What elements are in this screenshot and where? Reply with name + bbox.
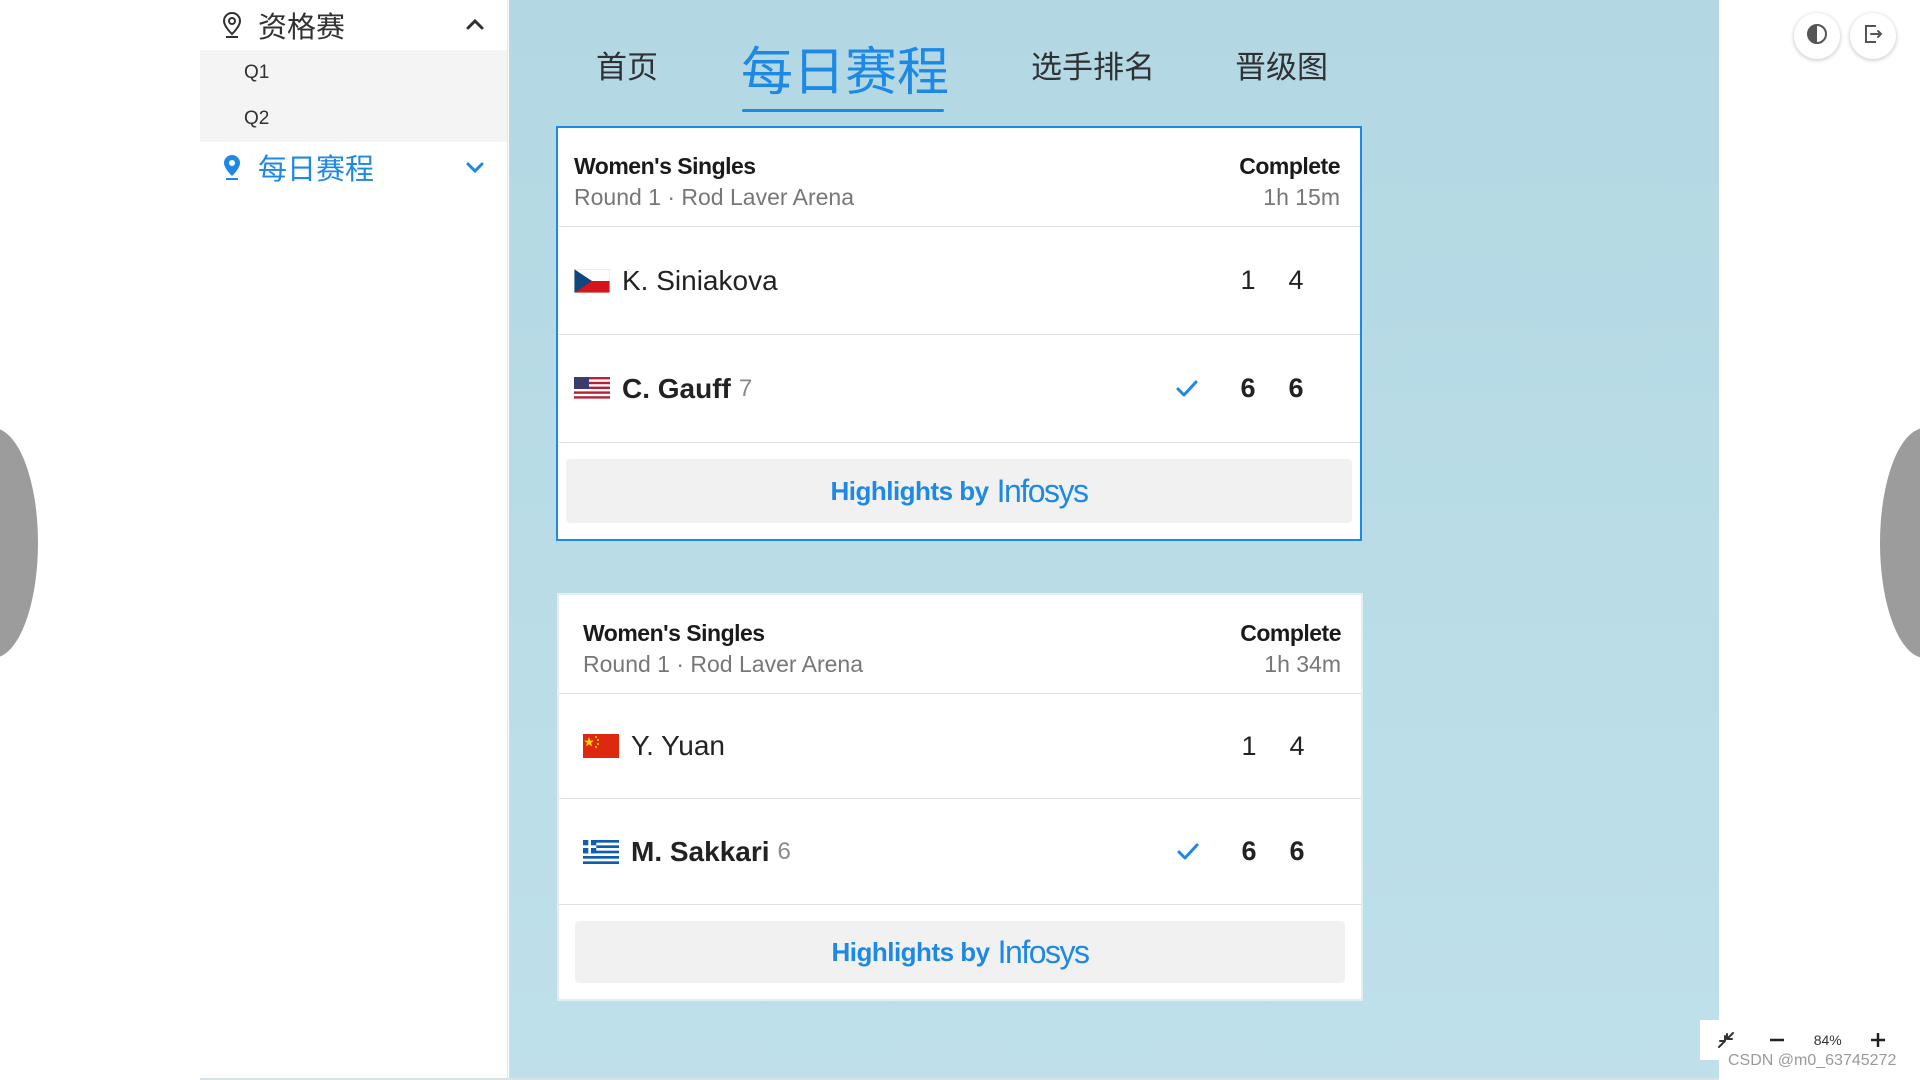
main-content: 首页 每日赛程 选手排名 晋级图 Women's Singles Round 1… [509, 0, 1719, 1080]
set-score: 6 [1240, 373, 1256, 403]
player-name: Y. Yuan [631, 730, 725, 761]
exit-icon [1862, 23, 1884, 50]
player-name: C. Gauff [622, 372, 731, 404]
set-score: 4 [1289, 730, 1305, 761]
greece-flag-icon [583, 839, 619, 864]
menu-group-label: 每日赛程 [258, 154, 375, 186]
highlights-label: Highlights by [831, 936, 990, 967]
next-page-handle[interactable] [1880, 428, 1920, 658]
top-tabs: 首页 每日赛程 选手排名 晋级图 [509, 0, 1719, 120]
tab-player-rankings[interactable]: 选手排名 [1031, 42, 1155, 87]
contrast-icon [1806, 23, 1828, 50]
match-header: Women's Singles Round 1 · Rod Laver Aren… [559, 595, 1361, 694]
round-venue: Round 1 · Rod Laver Arena [574, 184, 855, 210]
highlights-button[interactable]: Highlights by Infosys [566, 459, 1352, 523]
set-scores: 6 6 [1175, 799, 1321, 904]
watermark: CSDN @m0_63745272 [1728, 1052, 1897, 1069]
active-tab-indicator [742, 109, 944, 112]
zoom-level: 84% [1813, 1032, 1842, 1048]
set-scores: 1 4 [1224, 227, 1320, 334]
match-duration: 1h 15m [1263, 184, 1340, 210]
player-name: M. Sakkari [631, 835, 770, 867]
menu-item-q1[interactable]: Q1 [200, 50, 507, 96]
chevron-up-icon [463, 13, 487, 37]
set-score: 1 [1240, 265, 1256, 295]
chevron-down-icon [463, 155, 487, 179]
round-venue: Round 1 · Rod Laver Arena [583, 651, 864, 677]
tab-bracket[interactable]: 晋级图 [1235, 42, 1328, 87]
menu-item-q2[interactable]: Q2 [200, 96, 507, 142]
menu-group-label: 资格赛 [258, 12, 346, 44]
set-scores: 1 4 [1225, 694, 1321, 798]
event-name: Women's Singles [583, 620, 765, 646]
set-score: 4 [1288, 265, 1304, 295]
match-header: Women's Singles Round 1 · Rod Laver Aren… [558, 128, 1360, 227]
set-score: 6 [1289, 836, 1305, 866]
winner-check-icon [1175, 839, 1201, 865]
infosys-logo: Infosys [997, 933, 1090, 970]
sidebar-menu: 资格赛 Q1 Q2 每日赛程 [200, 0, 508, 1080]
set-score: 6 [1241, 836, 1257, 866]
contrast-toggle-button[interactable] [1794, 13, 1840, 59]
player-row: Y. Yuan 1 4 [559, 694, 1361, 799]
player-row: C. Gauff 7 6 6 [558, 335, 1360, 443]
match-card[interactable]: Women's Singles Round 1 · Rod Laver Aren… [556, 126, 1362, 541]
usa-flag-icon [574, 376, 610, 401]
menu-group-qualifying[interactable]: 资格赛 [200, 0, 507, 50]
player-name: K. Siniakova [622, 264, 778, 296]
zoom-out-button[interactable] [1762, 1025, 1792, 1055]
qualifying-submenu: Q1 Q2 [200, 50, 507, 142]
player-row: K. Siniakova 1 4 [558, 227, 1360, 335]
winner-check-icon [1174, 376, 1200, 402]
match-status: Complete [1239, 153, 1340, 179]
set-score: 1 [1241, 730, 1257, 761]
zoom-in-button[interactable] [1863, 1025, 1893, 1055]
location-pin-icon [220, 11, 244, 39]
app-window: 资格赛 Q1 Q2 每日赛程 首页 每日赛程 选手排名 晋级图 Women's … [0, 0, 1920, 1080]
event-name: Women's Singles [574, 153, 756, 179]
set-scores: 6 6 [1174, 335, 1320, 442]
collapse-icon [1717, 1032, 1734, 1048]
match-duration: 1h 34m [1264, 651, 1341, 677]
location-pin-filled-icon [220, 153, 244, 181]
menu-group-daily-schedule[interactable]: 每日赛程 [200, 142, 507, 192]
infosys-logo: Infosys [996, 472, 1089, 509]
player-seed: 6 [777, 837, 791, 865]
czech-flag-icon [574, 268, 610, 293]
minus-icon [1770, 1038, 1785, 1042]
match-card[interactable]: Women's Singles Round 1 · Rod Laver Aren… [557, 593, 1363, 1001]
player-row: M. Sakkari 6 6 6 [559, 799, 1361, 905]
tab-home[interactable]: 首页 [596, 42, 658, 87]
china-flag-icon [583, 734, 619, 758]
plus-icon [1871, 1033, 1886, 1047]
match-status: Complete [1240, 620, 1341, 646]
player-seed: 7 [738, 374, 753, 402]
exit-fullscreen-button[interactable] [1711, 1025, 1741, 1055]
set-score: 6 [1288, 373, 1304, 403]
exit-button[interactable] [1850, 13, 1896, 59]
prev-page-handle[interactable] [0, 428, 38, 658]
tab-daily-schedule[interactable]: 每日赛程 [741, 30, 949, 105]
highlights-label: Highlights by [830, 475, 989, 506]
highlights-button[interactable]: Highlights by Infosys [575, 921, 1345, 983]
